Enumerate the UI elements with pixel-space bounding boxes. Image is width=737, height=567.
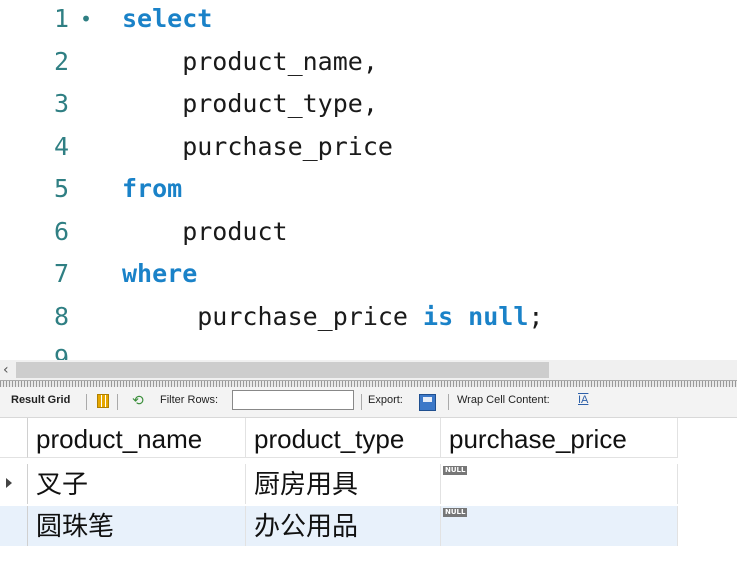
scrollbar-thumb[interactable]: [16, 362, 549, 378]
sql-keyword: from: [122, 174, 183, 203]
null-badge: NULL: [443, 466, 468, 475]
line-number: 4: [54, 131, 70, 161]
row-selector[interactable]: [0, 506, 28, 546]
current-row-caret-icon: [6, 478, 12, 488]
panel-splitter[interactable]: [0, 380, 737, 387]
toolbar-separator: [361, 394, 362, 410]
cell-purchase-price[interactable]: NULL: [441, 506, 678, 546]
filter-rows-input[interactable]: [232, 390, 354, 410]
line-number: 9: [54, 344, 70, 360]
filter-rows-label: Filter Rows:: [160, 394, 219, 406]
column-header-product-type[interactable]: product_type: [246, 418, 441, 458]
result-grid-tab[interactable]: Result Grid: [11, 394, 70, 406]
code-text[interactable]: from: [122, 172, 182, 206]
column-header-product-name[interactable]: product_name: [28, 418, 246, 458]
sql-token: purchase_price: [122, 131, 393, 161]
toolbar-separator: [86, 394, 87, 410]
line-number: 5: [54, 174, 70, 203]
fold-marker-icon[interactable]: •: [80, 2, 92, 36]
sql-editor[interactable]: 1 • select 2 product_name, 3 product_type, 4 …: [0, 0, 737, 360]
line-number: 3: [54, 89, 70, 118]
result-toolbar: Result Grid ⟲ Filter Rows: Export: Wrap …: [0, 387, 737, 418]
grid-view-icon[interactable]: [97, 394, 109, 408]
wrap-cell-content-label: Wrap Cell Content:: [457, 394, 550, 406]
sql-token: product: [122, 216, 288, 246]
code-text[interactable]: purchase_price: [122, 130, 393, 164]
wrap-cell-content-icon[interactable]: IA: [578, 394, 588, 406]
cell-product-type[interactable]: 办公用品: [246, 506, 441, 546]
export-label: Export:: [368, 394, 403, 406]
code-text[interactable]: product_type,: [122, 87, 378, 121]
result-grid[interactable]: product_name product_type purchase_price…: [0, 418, 737, 567]
row-selector[interactable]: [0, 464, 28, 504]
sql-keyword: select: [122, 4, 213, 33]
editor-horizontal-scrollbar[interactable]: ‹: [0, 360, 737, 380]
line-number: 7: [54, 259, 70, 288]
sql-keyword: where: [122, 259, 198, 288]
line-number: 2: [54, 46, 70, 76]
sql-token: ;: [528, 301, 544, 331]
column-header-purchase-price[interactable]: purchase_price: [441, 418, 678, 458]
export-save-icon[interactable]: [419, 394, 436, 411]
cell-product-type[interactable]: 厨房用具: [246, 464, 441, 504]
sql-token: product_type,: [122, 89, 378, 118]
line-number: 8: [54, 301, 70, 331]
toolbar-separator: [117, 394, 118, 410]
line-number: 6: [54, 216, 70, 246]
code-text[interactable]: select: [122, 2, 212, 36]
header-gutter: [0, 418, 28, 458]
code-text[interactable]: product: [122, 215, 288, 249]
table-row[interactable]: 圆珠笔 办公用品 NULL: [0, 506, 678, 546]
scroll-left-arrow-icon[interactable]: ‹: [3, 360, 9, 380]
code-text[interactable]: product_name,: [122, 45, 378, 79]
cell-product-name[interactable]: 叉子: [28, 464, 246, 504]
refresh-filter-icon[interactable]: ⟲: [132, 392, 144, 409]
code-text[interactable]: where: [122, 257, 197, 291]
sql-token: purchase_price: [122, 301, 424, 331]
sql-keyword: is null: [423, 301, 529, 331]
code-text[interactable]: purchase_price is null;: [122, 300, 543, 334]
sql-token: product_name,: [122, 46, 378, 76]
cell-purchase-price[interactable]: NULL: [441, 464, 678, 504]
toolbar-separator: [448, 394, 449, 410]
cell-product-name[interactable]: 圆珠笔: [28, 506, 246, 546]
null-badge: NULL: [443, 508, 468, 517]
line-number: 1: [54, 4, 70, 33]
table-row[interactable]: 叉子 厨房用具 NULL: [0, 464, 678, 504]
